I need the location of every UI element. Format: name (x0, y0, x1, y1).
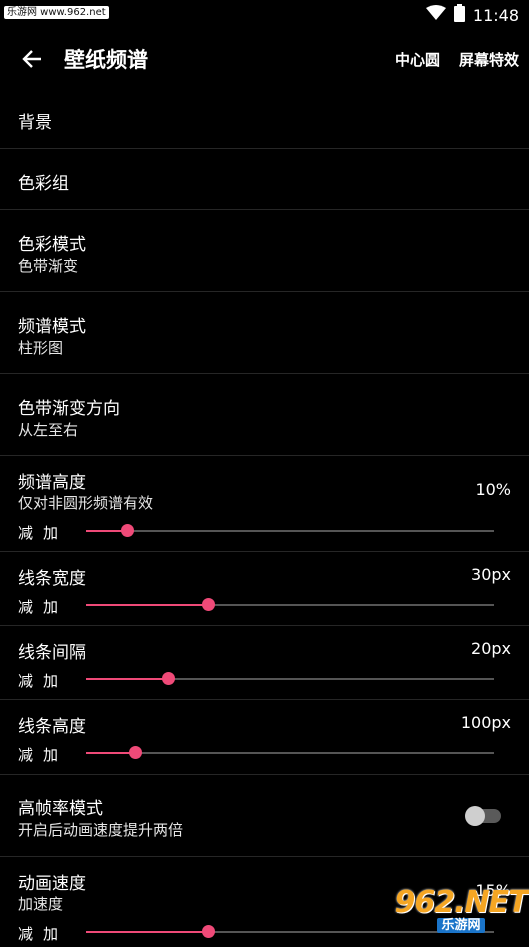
decrease-button[interactable]: 减 (18, 923, 33, 944)
slider-fill (86, 678, 168, 680)
row-subtitle: 仅对非圆形频谱有效 (18, 494, 154, 512)
setting-line-width: 线条宽度 30px 减 加 (0, 552, 529, 626)
row-title: 高帧率模式 (18, 799, 103, 819)
slider-thumb[interactable] (120, 524, 134, 537)
setting-high-fps[interactable]: 高帧率模式 开启后动画速度提升两倍 (0, 775, 529, 857)
status-bar: 乐游网 www.962.net 11:48 (0, 0, 529, 30)
app-bar: 壁纸频谱 中心圆 屏幕特效 (0, 30, 529, 88)
slider-fill (86, 931, 209, 933)
logo-sub-text: 乐游网 (437, 917, 485, 933)
row-value: 10% (475, 480, 511, 499)
row-title: 色带渐变方向 (18, 399, 120, 419)
status-icons: 11:48 (425, 4, 519, 26)
line-spacing-slider[interactable] (86, 672, 494, 685)
line-height-slider[interactable] (86, 746, 494, 759)
row-subtitle: 从左至右 (18, 421, 79, 439)
slider-thumb[interactable] (202, 598, 216, 611)
row-title: 线条间隔 (18, 643, 86, 663)
watermark-label: 乐游网 www.962.net (4, 6, 109, 19)
setting-background[interactable]: 背景 (0, 88, 529, 149)
row-value: 20px (471, 639, 511, 658)
row-subtitle: 加速度 (18, 895, 64, 913)
increase-button[interactable]: 加 (43, 596, 58, 617)
row-title: 色彩模式 (18, 235, 86, 255)
slider-fill (86, 604, 209, 606)
slider-thumb[interactable] (202, 925, 216, 938)
logo-main-text: 962.NET (394, 884, 528, 920)
increase-button[interactable]: 加 (43, 670, 58, 691)
row-title: 线条宽度 (18, 569, 86, 589)
decrease-button[interactable]: 减 (18, 670, 33, 691)
setting-color-group[interactable]: 色彩组 (0, 149, 529, 210)
row-subtitle: 柱形图 (18, 339, 64, 357)
line-width-slider[interactable] (86, 598, 494, 611)
page-title: 壁纸频谱 (64, 48, 148, 72)
status-time: 11:48 (472, 5, 519, 25)
slider-thumb[interactable] (161, 672, 175, 685)
setting-color-mode[interactable]: 色彩模式 色带渐变 (0, 210, 529, 292)
increase-button[interactable]: 加 (43, 923, 58, 944)
row-title: 背景 (18, 113, 52, 133)
spectrum-height-slider[interactable] (86, 524, 494, 537)
slider-thumb[interactable] (128, 746, 142, 759)
decrease-button[interactable]: 减 (18, 522, 33, 543)
setting-spectrum-mode[interactable]: 频谱模式 柱形图 (0, 292, 529, 374)
slider-fill (86, 752, 135, 754)
row-title: 动画速度 (18, 874, 86, 894)
row-value: 30px (471, 565, 511, 584)
row-subtitle: 开启后动画速度提升两倍 (18, 821, 184, 839)
site-logo: 962.NET 乐游网 (394, 884, 529, 936)
battery-icon (453, 4, 465, 26)
row-title: 频谱模式 (18, 317, 86, 337)
increase-button[interactable]: 加 (43, 522, 58, 543)
decrease-button[interactable]: 减 (18, 744, 33, 765)
row-title: 色彩组 (18, 174, 69, 194)
setting-line-spacing: 线条间隔 20px 减 加 (0, 626, 529, 700)
wifi-icon (425, 5, 446, 25)
row-value: 100px (460, 713, 511, 732)
setting-spectrum-height: 频谱高度 仅对非圆形频谱有效 10% 减 加 (0, 456, 529, 552)
back-arrow-icon[interactable] (18, 45, 46, 73)
decrease-button[interactable]: 减 (18, 596, 33, 617)
row-subtitle: 色带渐变 (18, 257, 79, 275)
row-title: 线条高度 (18, 717, 86, 737)
toggle-knob (465, 806, 485, 826)
screen-effects-button[interactable]: 屏幕特效 (459, 49, 519, 70)
setting-line-height: 线条高度 100px 减 加 (0, 700, 529, 775)
increase-button[interactable]: 加 (43, 744, 58, 765)
setting-gradient-direction[interactable]: 色带渐变方向 从左至右 (0, 374, 529, 456)
high-fps-toggle[interactable] (465, 806, 501, 826)
center-circle-button[interactable]: 中心圆 (395, 49, 440, 70)
row-title: 频谱高度 (18, 473, 86, 493)
